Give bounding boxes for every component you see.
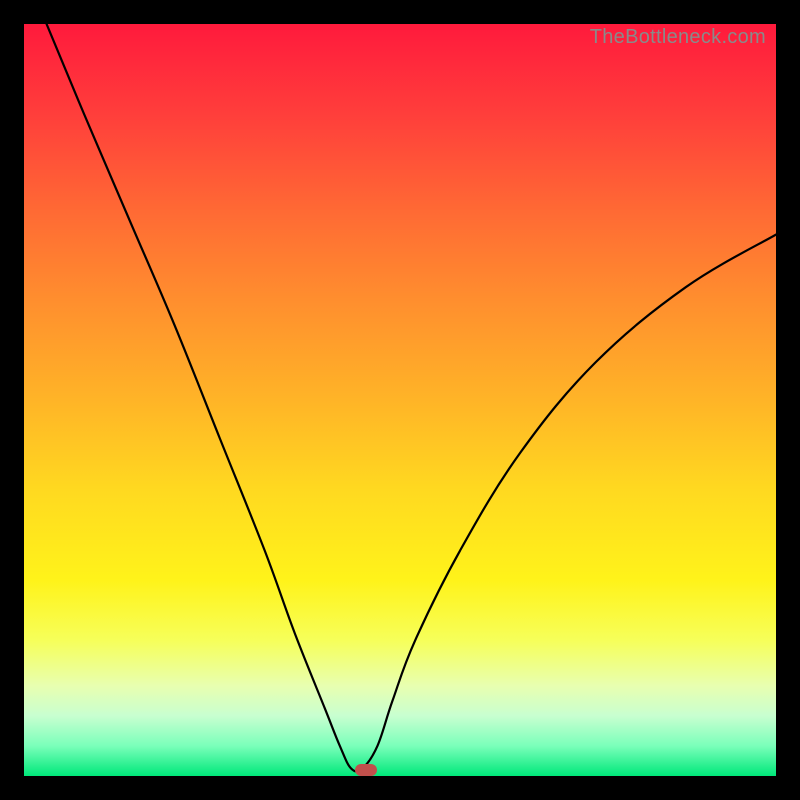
chart-frame: TheBottleneck.com [0, 0, 800, 800]
watermark-label: TheBottleneck.com [590, 26, 766, 49]
plot-area: TheBottleneck.com [24, 24, 776, 776]
bottleneck-curve [24, 24, 776, 776]
optimal-point-marker [355, 764, 377, 776]
